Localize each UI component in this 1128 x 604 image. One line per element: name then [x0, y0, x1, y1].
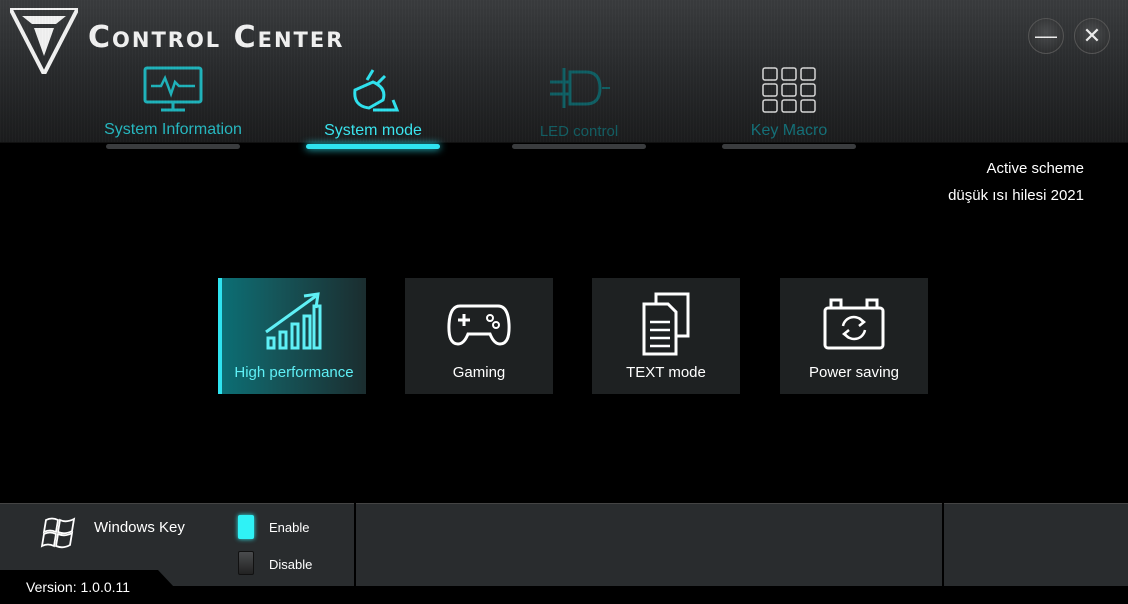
active-scheme-label: Active scheme: [986, 160, 1084, 177]
close-button[interactable]: ✕: [1074, 18, 1110, 54]
header: Control Center — ✕ System Information Sy…: [0, 0, 1128, 149]
tab-led-control[interactable]: LED control: [494, 66, 664, 149]
mode-label: TEXT mode: [626, 364, 706, 381]
monitor-pulse-icon: [143, 66, 203, 112]
enable-label[interactable]: Enable: [269, 520, 309, 535]
document-icon: [642, 292, 690, 356]
keypad-icon: [762, 67, 816, 113]
mode-high-performance[interactable]: High performance: [218, 278, 366, 394]
brand-logo-icon: [10, 8, 78, 74]
mode-label: Power saving: [808, 364, 900, 381]
minimize-button[interactable]: —: [1028, 18, 1064, 54]
mode-gaming[interactable]: Gaming: [405, 278, 553, 394]
windows-logo-icon: [40, 517, 76, 549]
tab-system-mode[interactable]: System mode: [288, 66, 458, 149]
tab-system-information[interactable]: System Information: [88, 66, 258, 149]
active-scheme-value: düşük ısı hilesi 2021: [948, 187, 1084, 204]
close-icon: ✕: [1082, 23, 1102, 48]
disable-toggle[interactable]: [238, 551, 254, 575]
minimize-icon: —: [1035, 23, 1057, 48]
disable-label[interactable]: Disable: [269, 557, 312, 572]
tab-label: LED control: [539, 123, 619, 140]
tab-label: Key Macro: [750, 122, 828, 139]
tab-indicator: [106, 144, 240, 149]
bottom-bar: Windows Key Enable Disable Version: 1.0.…: [0, 503, 1128, 604]
tab-key-macro[interactable]: Key Macro: [704, 66, 874, 149]
right-panel: [944, 503, 1128, 586]
tab-label: System mode: [324, 122, 422, 139]
windows-key-label: Windows Key: [94, 519, 185, 536]
led-bulb-icon: [550, 68, 610, 108]
tab-indicator: [722, 144, 856, 149]
gamepad-icon: [447, 304, 511, 346]
tab-indicator: [512, 144, 646, 149]
mode-label: High performance: [234, 364, 354, 381]
battery-cycle-icon: [823, 298, 885, 350]
mode-text[interactable]: TEXT mode: [592, 278, 740, 394]
enable-toggle[interactable]: [238, 515, 254, 539]
tab-indicator-active: [306, 144, 440, 149]
mode-power-saving[interactable]: Power saving: [780, 278, 928, 394]
mode-label: Gaming: [452, 364, 506, 381]
middle-panel: [356, 503, 942, 586]
mode-plug-icon: [353, 69, 400, 112]
app-title: Control Center: [88, 20, 345, 55]
performance-bars-icon: [265, 292, 322, 350]
version-label: Version: 1.0.0.11: [26, 579, 131, 595]
tab-label: System Information: [104, 121, 242, 138]
